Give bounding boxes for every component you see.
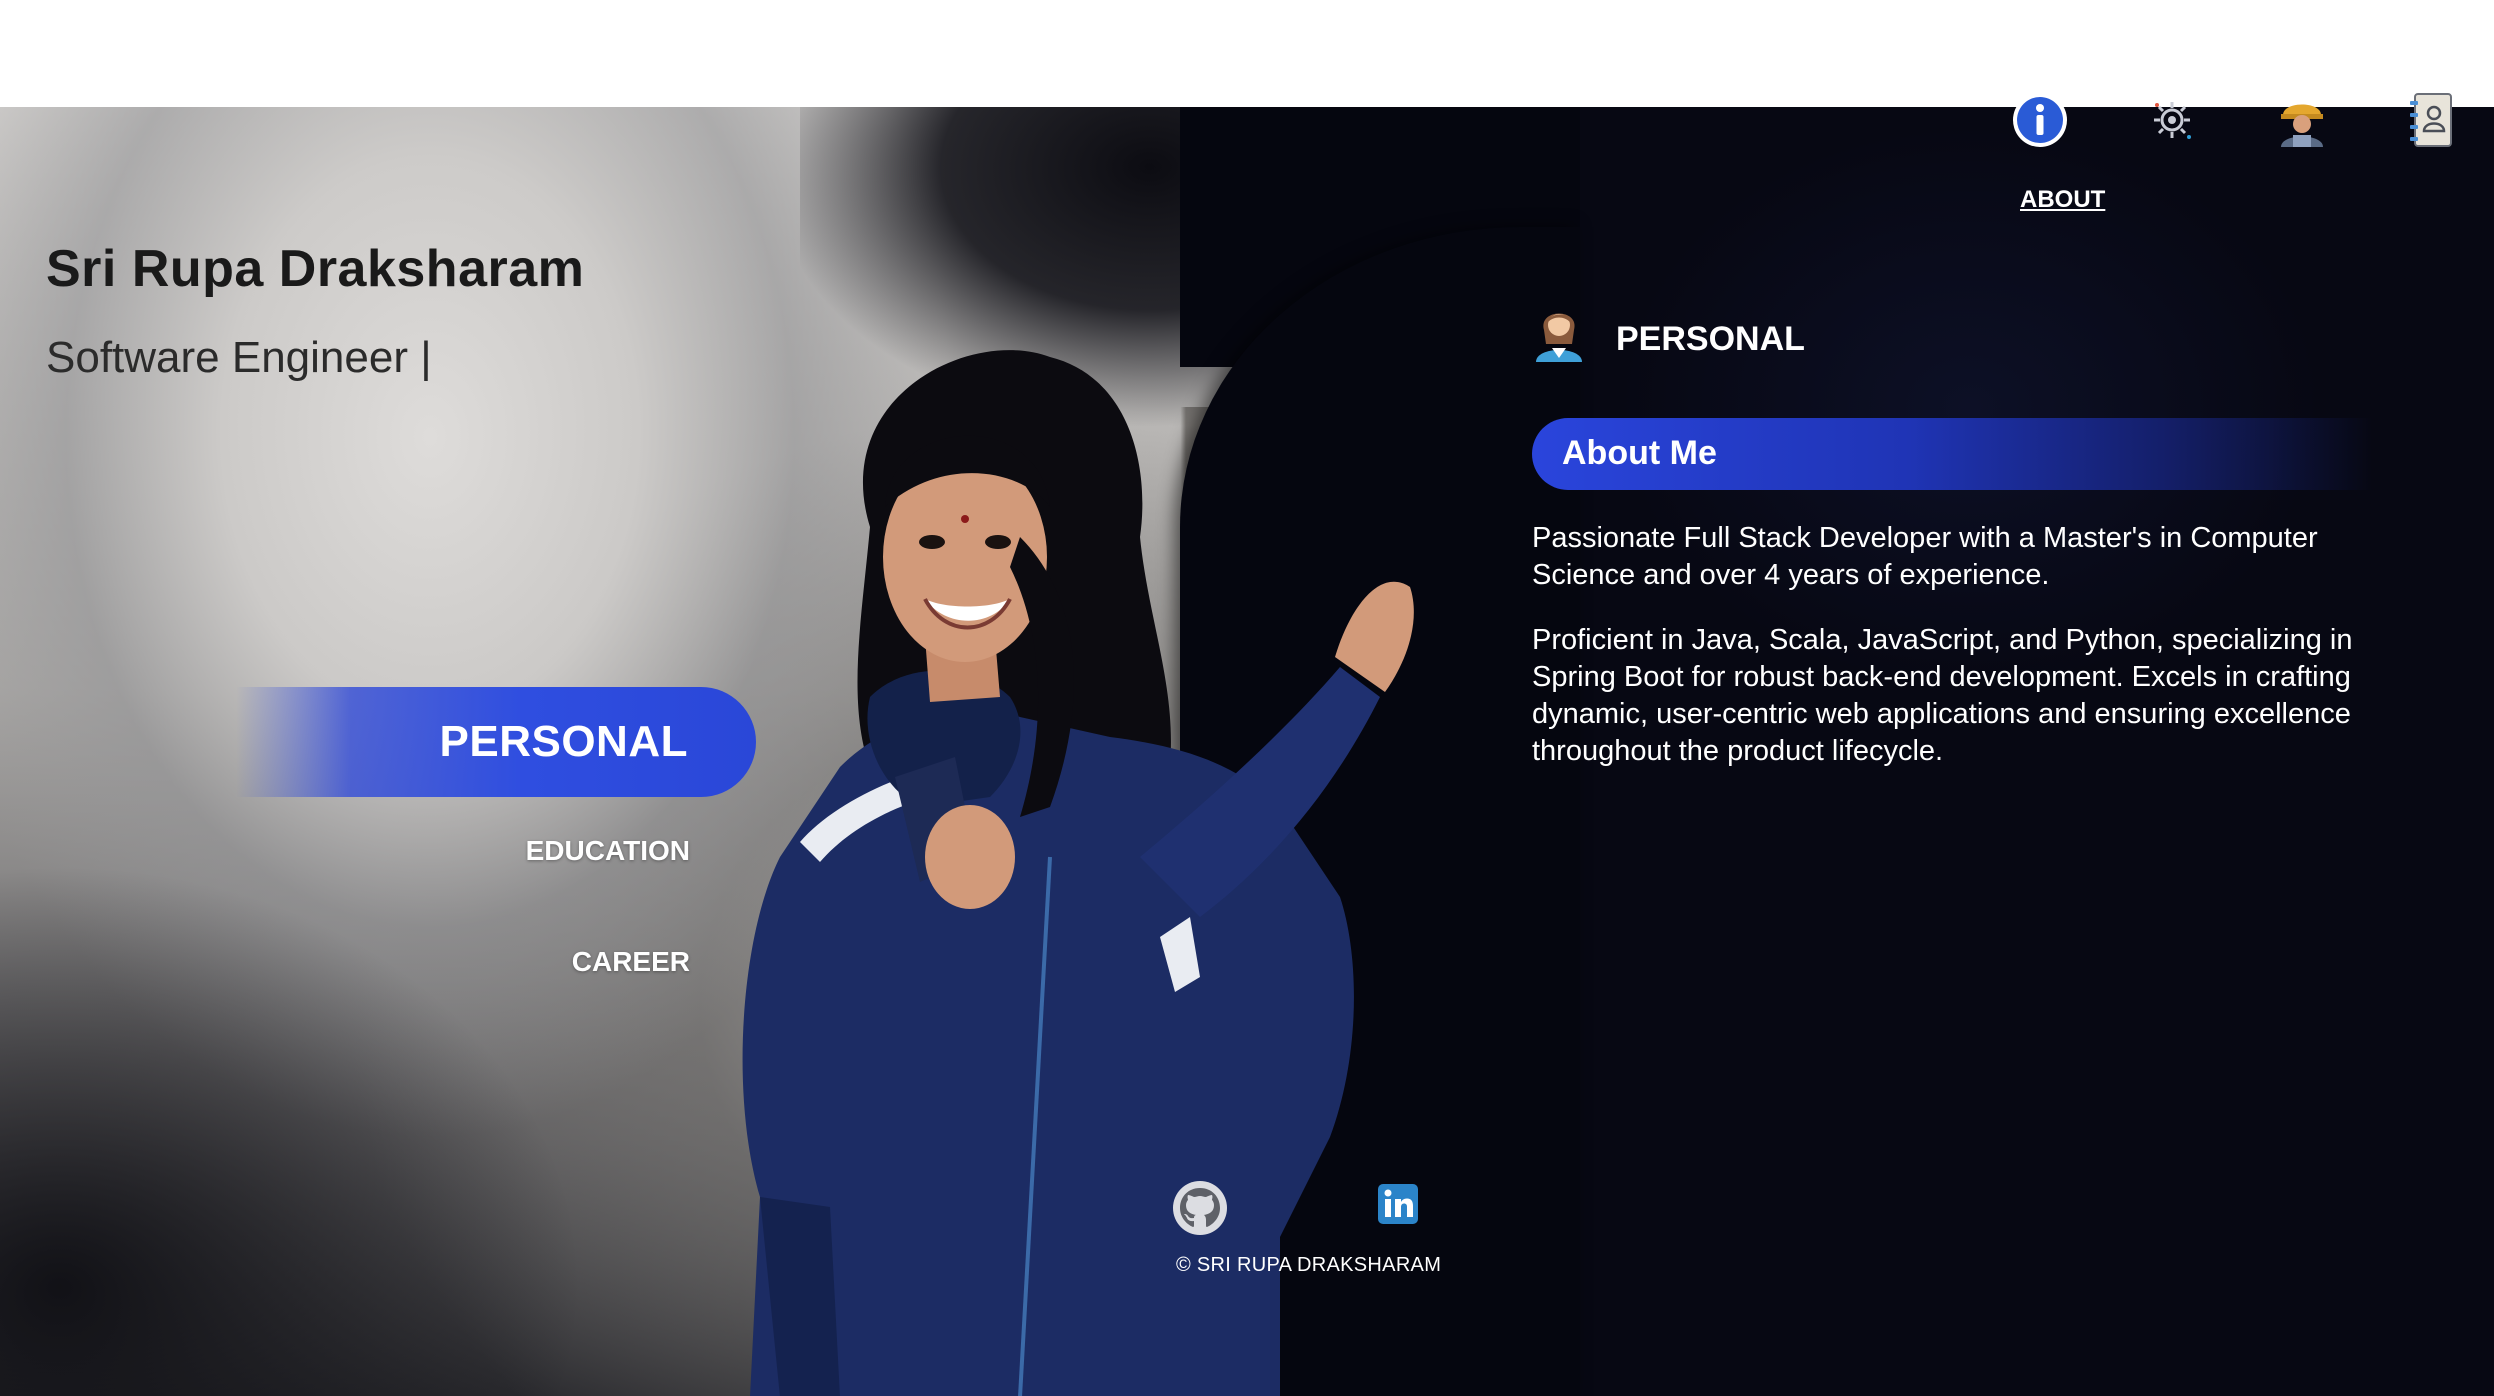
about-me-heading: About Me <box>1562 434 1717 472</box>
woman-avatar-icon <box>1536 313 1582 362</box>
github-link[interactable] <box>1170 1178 1230 1238</box>
about-me-heading-bar: About Me <box>1532 418 2372 490</box>
copyright-footer: © SRI RUPA DRAKSHARAM <box>1176 1254 1442 1276</box>
section-title: PERSONAL <box>1616 320 1805 358</box>
worker-icon <box>2281 104 2323 147</box>
owner-name: Sri Rupa Draksharam <box>46 240 585 298</box>
nav-about-button[interactable] <box>2000 80 2080 160</box>
section-tab-career[interactable]: CAREER <box>572 946 690 978</box>
github-icon <box>1173 1181 1227 1235</box>
section-tab-education[interactable]: EDUCATION <box>526 835 690 867</box>
section-tab-personal[interactable]: PERSONAL <box>236 687 756 797</box>
linkedin-link[interactable] <box>1376 1182 1420 1226</box>
owner-role: Software Engineer | <box>46 333 432 382</box>
top-nav <box>1980 80 2480 240</box>
info-icon <box>2013 93 2067 147</box>
nav-skills-button[interactable] <box>2132 80 2212 160</box>
section-tab-personal-label: PERSONAL <box>439 717 688 766</box>
about-paragraph-2: Proficient in Java, Scala, JavaScript, a… <box>1532 624 2353 767</box>
gear-icon <box>2154 102 2191 139</box>
contact-book-icon <box>2410 93 2452 147</box>
about-paragraph-1: Passionate Full Stack Developer with a M… <box>1532 522 2318 591</box>
profile-photo <box>742 350 1414 1396</box>
nav-active-label: ABOUT <box>2020 186 2106 213</box>
nav-contact-button[interactable] <box>2392 80 2472 160</box>
linkedin-icon <box>1378 1184 1418 1224</box>
nav-experience-button[interactable] <box>2262 80 2342 160</box>
